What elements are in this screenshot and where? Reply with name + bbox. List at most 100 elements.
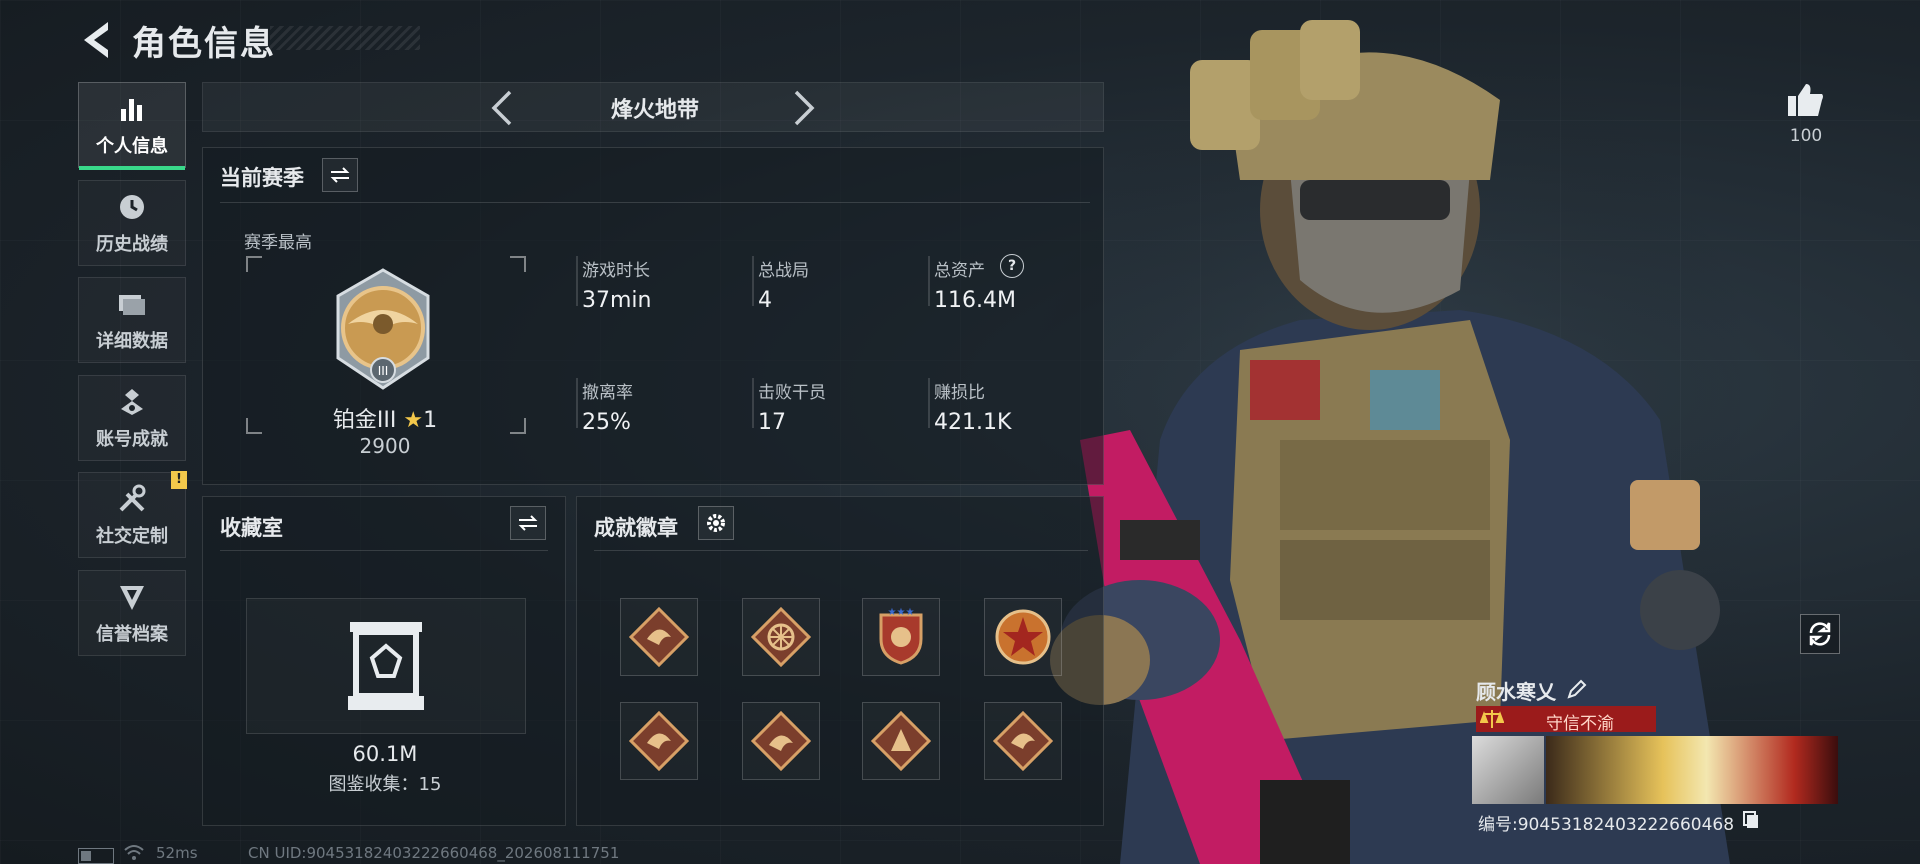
stat-label: 击败干员 — [758, 383, 826, 403]
sidebar-item-label: 个人信息 — [96, 136, 168, 157]
platinum-rank-emblem-icon: III — [336, 268, 430, 390]
frame-corner — [510, 418, 526, 434]
collection-progress: 图鉴收集：15 — [328, 774, 442, 795]
rank-name: 铂金III — [332, 408, 397, 433]
stat-label: 赚损比 — [934, 383, 985, 403]
bar-chart-icon — [115, 92, 149, 126]
alert-badge: ! — [171, 471, 187, 489]
frame-corner — [246, 256, 262, 272]
achievement-badge[interactable]: ★★★ — [862, 598, 940, 676]
season-title: 当前赛季 — [220, 166, 304, 190]
figure-badge-icon — [871, 711, 931, 771]
battery-icon — [78, 848, 114, 864]
next-map-chevron-icon[interactable] — [788, 88, 818, 128]
switch-collection-button[interactable] — [510, 506, 546, 540]
client-uid: CN UID:9045318240322266046​8_20260811175… — [248, 844, 620, 862]
divider — [594, 550, 1088, 551]
achievement-badge[interactable] — [984, 598, 1062, 676]
gear-icon — [707, 514, 725, 532]
stat-value: 17 — [758, 410, 786, 435]
achievement-settings-button[interactable] — [698, 506, 734, 540]
sidebar-item-label: 历史战绩 — [96, 234, 168, 255]
player-avatar[interactable] — [1472, 736, 1544, 804]
ping-latency: 52ms — [156, 844, 198, 862]
wifi-icon — [124, 845, 144, 860]
name-card-banner[interactable] — [1546, 736, 1838, 804]
sidebar-item-achievements[interactable]: 账号成就 — [78, 375, 186, 461]
stat-divider — [752, 378, 754, 428]
sidebar-item-label: 社交定制 — [96, 526, 168, 547]
divider — [220, 550, 548, 551]
sidebar-item-credit-record[interactable]: 信誉档案 — [78, 570, 186, 656]
shield-badge-icon: ★★★ — [879, 607, 923, 665]
stat-divider — [752, 256, 754, 306]
swap-icon — [330, 167, 350, 183]
credit-icon — [115, 580, 149, 614]
stat-label: 撤离率 — [582, 383, 633, 403]
sidebar-item-history[interactable]: 历史战绩 — [78, 180, 186, 266]
help-icon[interactable]: ? — [1000, 254, 1024, 278]
divider — [220, 202, 1090, 203]
scale-icon — [1480, 710, 1504, 728]
player-id: 编号:9045318240322266046​8 — [1478, 815, 1735, 835]
rank-score: 2900 — [359, 434, 411, 458]
rotate-view-button[interactable] — [1800, 614, 1840, 654]
stat-value: 116.4M — [934, 288, 1016, 313]
achievement-badge[interactable] — [742, 598, 820, 676]
back-arrow-icon[interactable] — [78, 18, 114, 62]
swap-icon — [518, 515, 538, 531]
frame-corner — [510, 256, 526, 272]
folder-icon — [115, 287, 149, 321]
prev-map-chevron-icon[interactable] — [488, 88, 518, 128]
credit-title: 守信不渝 — [1546, 714, 1614, 734]
stat-divider — [576, 378, 578, 428]
dragon-badge-icon — [751, 711, 811, 771]
sidebar-item-social-customization[interactable]: 社交定制 ! — [78, 471, 187, 558]
dragon-badge-icon — [993, 711, 1053, 771]
season-best-label: 赛季最高 — [244, 233, 312, 253]
player-name: 顾水寒乂 — [1476, 680, 1556, 704]
dragon-badge-icon — [629, 607, 689, 667]
edit-pencil-icon[interactable] — [1566, 678, 1588, 700]
star-badge-icon — [995, 609, 1051, 665]
stat-divider — [928, 378, 930, 428]
sidebar-item-personal-info[interactable]: 个人信息 — [78, 82, 186, 170]
map-name: 烽火地带 — [610, 98, 699, 123]
clock-icon — [115, 190, 149, 224]
title-decoration — [270, 26, 420, 50]
collection-value: 60.1M — [352, 742, 418, 766]
svg-text:III: III — [378, 364, 389, 378]
wheel-badge-icon — [751, 607, 811, 667]
stat-label: 总资产 — [934, 261, 985, 281]
tools-icon — [115, 482, 149, 516]
sidebar-item-detailed-data[interactable]: 详细数据 — [78, 277, 186, 363]
stat-label: 总战局 — [758, 261, 809, 281]
dragon-badge-icon — [629, 711, 689, 771]
stat-label: 游戏时长 — [582, 261, 650, 281]
achievement-badge[interactable] — [862, 702, 940, 780]
achievement-badge[interactable] — [984, 702, 1062, 780]
stat-divider — [928, 256, 930, 306]
sidebar-item-label: 详细数据 — [96, 331, 168, 352]
thumbs-up-icon[interactable] — [1786, 80, 1826, 120]
achievement-badge[interactable] — [620, 702, 698, 780]
star-icon: ★ — [403, 408, 424, 433]
stat-value: 4 — [758, 288, 772, 313]
collection-title: 收藏室 — [220, 516, 283, 540]
rank-stars: 1 — [423, 408, 438, 433]
stat-value: 25% — [582, 410, 631, 435]
copy-icon[interactable] — [1742, 810, 1760, 830]
achievement-badge[interactable] — [742, 702, 820, 780]
stat-value: 421.1K — [934, 410, 1012, 435]
page-title: 角色信息 — [132, 24, 276, 64]
frame-corner — [246, 418, 262, 434]
achievements-title: 成就徽章 — [594, 516, 678, 540]
like-count: 100 — [1789, 126, 1823, 146]
achievement-icon — [115, 385, 149, 419]
stat-divider — [576, 256, 578, 306]
switch-season-button[interactable] — [322, 158, 358, 192]
svg-text:★★★: ★★★ — [888, 607, 915, 618]
achievement-badge[interactable] — [620, 598, 698, 676]
display-case-icon — [348, 622, 424, 710]
refresh-icon — [1809, 622, 1831, 646]
